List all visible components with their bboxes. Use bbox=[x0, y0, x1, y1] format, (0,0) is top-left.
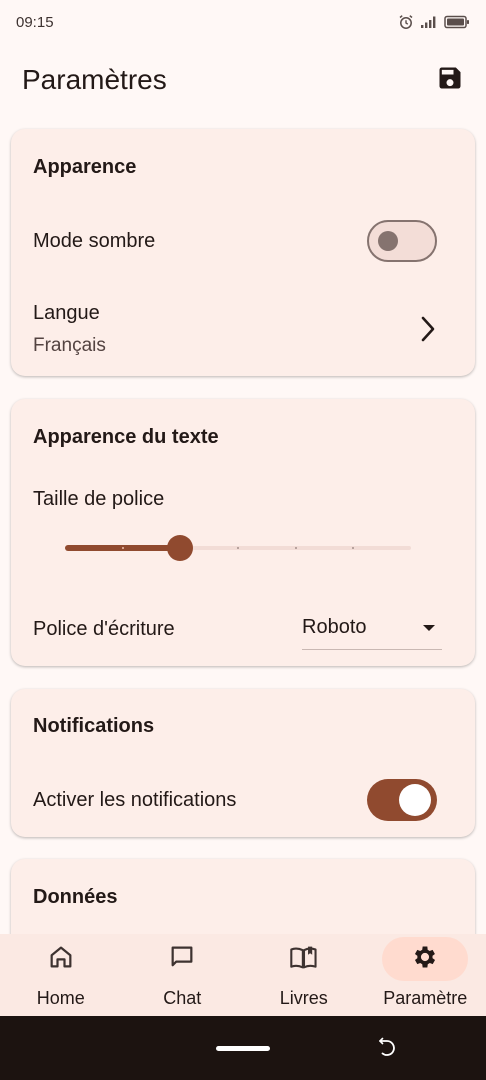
chat-icon bbox=[168, 943, 196, 976]
nav-icon-container bbox=[139, 937, 225, 981]
save-icon bbox=[436, 64, 464, 97]
notifications-card: Notifications Activer les notifications bbox=[11, 689, 475, 837]
nav-active-indicator bbox=[382, 937, 469, 981]
page-title: Paramètres bbox=[22, 64, 167, 95]
language-value: Français bbox=[33, 335, 106, 356]
nav-icon-container bbox=[18, 937, 104, 981]
system-navigation-bar bbox=[0, 1016, 486, 1080]
text-appearance-section-title: Apparence du texte bbox=[33, 426, 219, 448]
font-size-slider[interactable] bbox=[65, 533, 411, 563]
slider-tick bbox=[294, 547, 297, 549]
font-family-value: Roboto bbox=[302, 616, 367, 638]
nav-label-chat: Chat bbox=[163, 988, 202, 1008]
switch-knob bbox=[378, 231, 398, 251]
save-button[interactable] bbox=[432, 62, 468, 98]
notifications-label: Activer les notifications bbox=[33, 789, 237, 811]
home-gesture-pill[interactable] bbox=[216, 1046, 270, 1051]
text-appearance-card: Apparence du texte Taille de police Poli… bbox=[11, 399, 475, 666]
dropdown-arrow-icon bbox=[422, 619, 436, 637]
chevron-right-icon bbox=[415, 314, 439, 344]
status-icons bbox=[398, 14, 470, 30]
slider-tick bbox=[237, 547, 239, 549]
home-icon bbox=[47, 943, 75, 976]
alarm-icon bbox=[398, 14, 414, 30]
nav-item-home[interactable]: Home bbox=[0, 934, 122, 1016]
status-bar: 09:15 bbox=[0, 0, 486, 44]
font-family-dropdown[interactable]: Roboto bbox=[302, 606, 442, 650]
bottom-navigation: Home Chat Livres Paramètre bbox=[0, 934, 486, 1016]
rotate-icon[interactable] bbox=[376, 1037, 398, 1064]
font-size-label: Taille de police bbox=[33, 488, 165, 510]
appearance-card: Apparence Mode sombre Langue Français bbox=[11, 129, 475, 376]
status-time: 09:15 bbox=[16, 13, 54, 31]
slider-thumb[interactable] bbox=[167, 535, 194, 561]
signal-icon bbox=[420, 15, 438, 29]
notifications-section-title: Notifications bbox=[33, 715, 155, 737]
nav-item-books[interactable]: Livres bbox=[243, 934, 365, 1016]
nav-item-chat[interactable]: Chat bbox=[122, 934, 244, 1016]
appearance-section-title: Apparence bbox=[33, 156, 137, 178]
nav-label-home: Home bbox=[36, 988, 85, 1008]
nav-label-books: Livres bbox=[279, 988, 328, 1008]
nav-item-settings[interactable]: Paramètre bbox=[365, 934, 486, 1016]
dark-mode-label: Mode sombre bbox=[33, 230, 156, 252]
app-bar: Paramètres bbox=[0, 44, 486, 116]
dark-mode-switch[interactable] bbox=[367, 220, 437, 262]
switch-knob bbox=[399, 784, 431, 816]
font-family-label: Police d'écriture bbox=[33, 618, 175, 640]
slider-tick bbox=[121, 547, 124, 549]
battery-icon bbox=[444, 15, 470, 29]
nav-label-settings: Paramètre bbox=[383, 988, 468, 1008]
language-row[interactable]: Langue Français bbox=[11, 289, 475, 369]
notifications-switch[interactable] bbox=[367, 779, 437, 821]
language-label: Langue bbox=[33, 302, 100, 324]
nav-icon-container bbox=[261, 937, 347, 981]
book-icon bbox=[289, 943, 319, 976]
gear-icon bbox=[411, 943, 439, 976]
data-section-title: Données bbox=[33, 886, 118, 908]
